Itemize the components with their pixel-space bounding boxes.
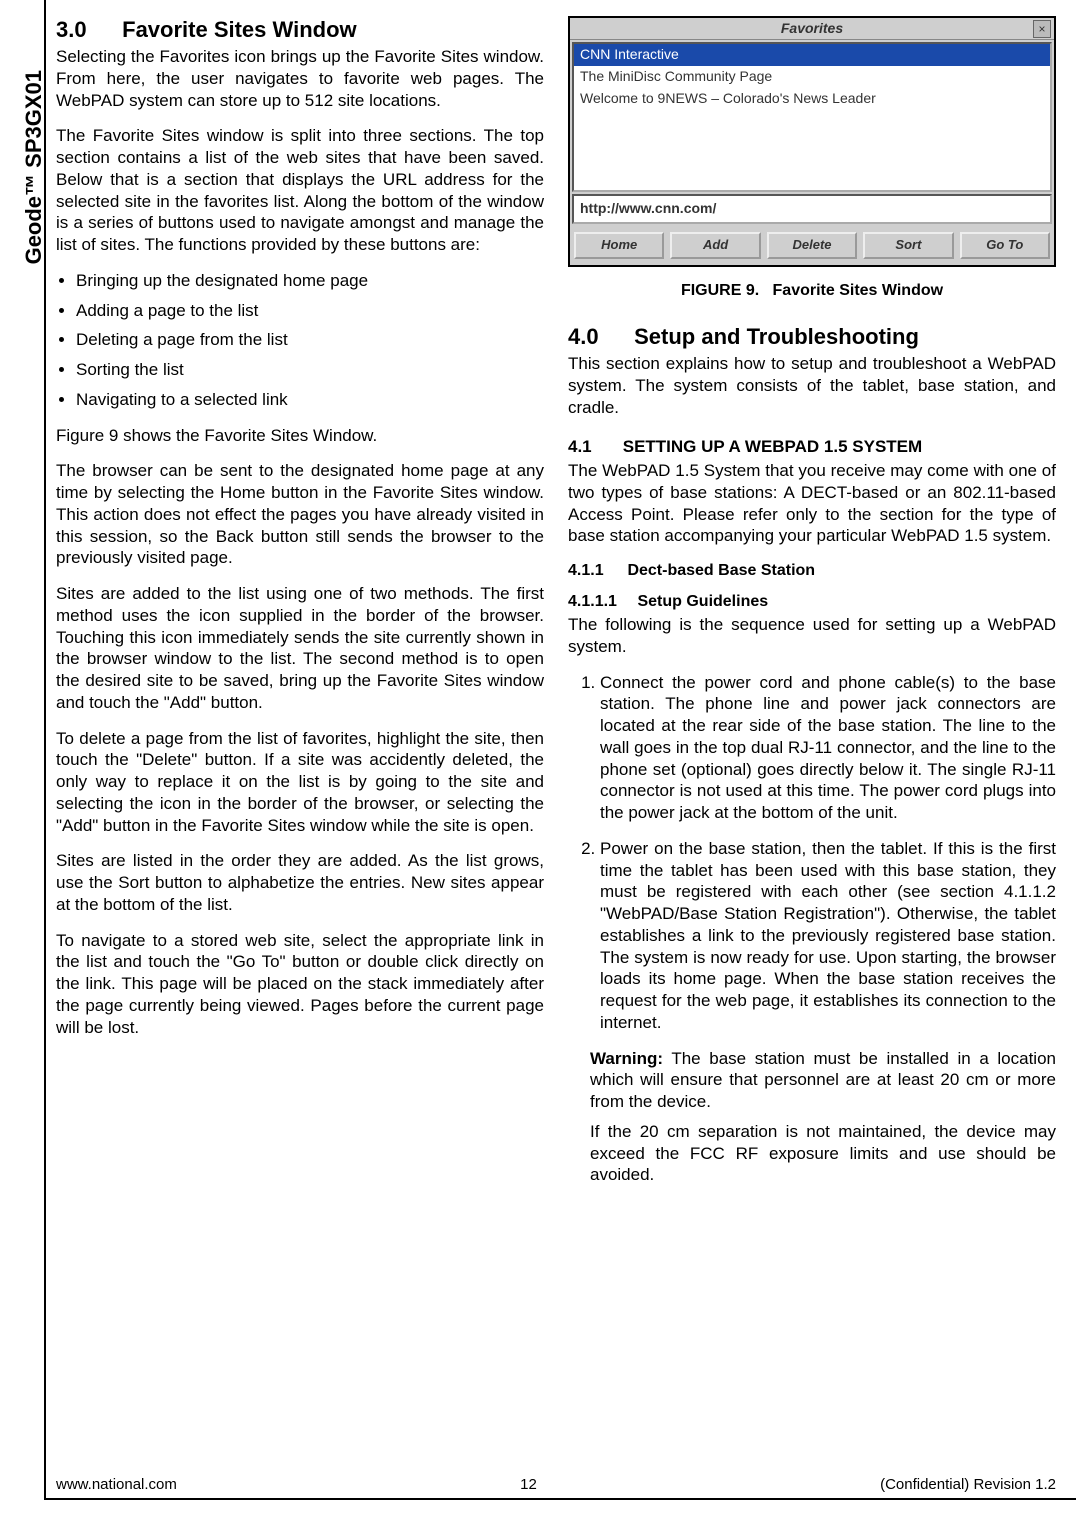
step-1: Connect the power cord and phone cable(s… xyxy=(600,672,1056,824)
setup-steps: Connect the power cord and phone cable(s… xyxy=(568,672,1056,1034)
para-3-7: Sites are listed in the order they are a… xyxy=(56,850,544,915)
favorites-button-bar: Home Add Delete Sort Go To xyxy=(570,226,1054,265)
footer-revision: (Confidential) Revision 1.2 xyxy=(880,1475,1056,1494)
add-button[interactable]: Add xyxy=(670,232,760,259)
home-button[interactable]: Home xyxy=(574,232,664,259)
favorites-titlebar: Favorites × xyxy=(570,18,1054,40)
sort-button[interactable]: Sort xyxy=(863,232,953,259)
footer-url: www.national.com xyxy=(56,1475,177,1494)
para-3-8: To navigate to a stored web site, select… xyxy=(56,930,544,1039)
para-4-1: This section explains how to setup and t… xyxy=(568,353,1056,418)
sub-4-1-1-1-num: 4.1.1.1 xyxy=(568,592,633,612)
para-3-2: The Favorite Sites window is split into … xyxy=(56,125,544,256)
right-column: Favorites × CNN Interactive The MiniDisc… xyxy=(568,16,1056,1200)
section-3-heading: 3.0 Favorite Sites Window xyxy=(56,16,544,44)
sub-4-1-1-1-title: Setup Guidelines xyxy=(637,593,768,610)
left-column: 3.0 Favorite Sites Window Selecting the … xyxy=(56,16,544,1200)
step-2: Power on the base station, then the tabl… xyxy=(600,838,1056,1034)
subsection-4-1-1-1: 4.1.1.1 Setup Guidelines xyxy=(568,592,1056,612)
warning-label: Warning: xyxy=(590,1049,663,1068)
favorites-window: Favorites × CNN Interactive The MiniDisc… xyxy=(568,16,1056,267)
footer-page-number: 12 xyxy=(520,1475,537,1494)
para-3-5: Sites are added to the list using one of… xyxy=(56,583,544,714)
page-frame: 3.0 Favorite Sites Window Selecting the … xyxy=(44,0,1076,1500)
sub-4-1-num: 4.1 xyxy=(568,436,618,458)
para-3-6: To delete a page from the list of favori… xyxy=(56,728,544,837)
sub-4-1-title: SETTING UP A WEBPAD 1.5 SYSTEM xyxy=(623,437,922,456)
warning-paragraph: Warning: The base station must be instal… xyxy=(590,1048,1056,1113)
para-3-1: Selecting the Favorites icon brings up t… xyxy=(56,46,544,111)
bullet-delete: Deleting a page from the list xyxy=(76,329,544,351)
subsection-4-1-1: 4.1.1 Dect-based Base Station xyxy=(568,561,1056,581)
page-footer: www.national.com 12 (Confidential) Revis… xyxy=(56,1475,1056,1494)
bullet-home: Bringing up the designated home page xyxy=(76,270,544,292)
bullet-sort: Sorting the list xyxy=(76,359,544,381)
section-3-title: Favorite Sites Window xyxy=(122,17,357,42)
para-4-1-body: The WebPAD 1.5 System that you receive m… xyxy=(568,460,1056,547)
para-setup-intro: The following is the sequence used for s… xyxy=(568,614,1056,658)
list-item[interactable]: The MiniDisc Community Page xyxy=(574,66,1050,88)
section-4-title: Setup and Troubleshooting xyxy=(634,324,919,349)
section-4-heading: 4.0 Setup and Troubleshooting xyxy=(568,323,1056,351)
close-icon[interactable]: × xyxy=(1033,20,1051,38)
favorites-url-field: http://www.cnn.com/ xyxy=(572,194,1052,224)
list-item[interactable]: CNN Interactive xyxy=(574,44,1050,66)
subsection-4-1: 4.1 SETTING UP A WEBPAD 1.5 SYSTEM xyxy=(568,436,1056,458)
figure-text: Favorite Sites Window xyxy=(773,282,944,299)
list-item[interactable]: Welcome to 9NEWS – Colorado's News Leade… xyxy=(574,88,1050,110)
section-3-number: 3.0 xyxy=(56,16,116,44)
section-4-number: 4.0 xyxy=(568,323,628,351)
figure-9-caption: FIGURE 9. Favorite Sites Window xyxy=(568,281,1056,301)
favorites-list[interactable]: CNN Interactive The MiniDisc Community P… xyxy=(572,42,1052,192)
feature-bullets: Bringing up the designated home page Add… xyxy=(56,270,544,411)
favorites-title: Favorites xyxy=(781,20,843,38)
delete-button[interactable]: Delete xyxy=(767,232,857,259)
para-3-3: Figure 9 shows the Favorite Sites Window… xyxy=(56,425,544,447)
sub-4-1-1-num: 4.1.1 xyxy=(568,561,623,581)
bullet-add: Adding a page to the list xyxy=(76,300,544,322)
bullet-navigate: Navigating to a selected link xyxy=(76,389,544,411)
goto-button[interactable]: Go To xyxy=(960,232,1050,259)
warning-sub: If the 20 cm separation is not maintaine… xyxy=(590,1121,1056,1186)
para-3-4: The browser can be sent to the designate… xyxy=(56,460,544,569)
figure-label: FIGURE 9. xyxy=(681,282,759,299)
sub-4-1-1-title: Dect-based Base Station xyxy=(627,562,815,579)
